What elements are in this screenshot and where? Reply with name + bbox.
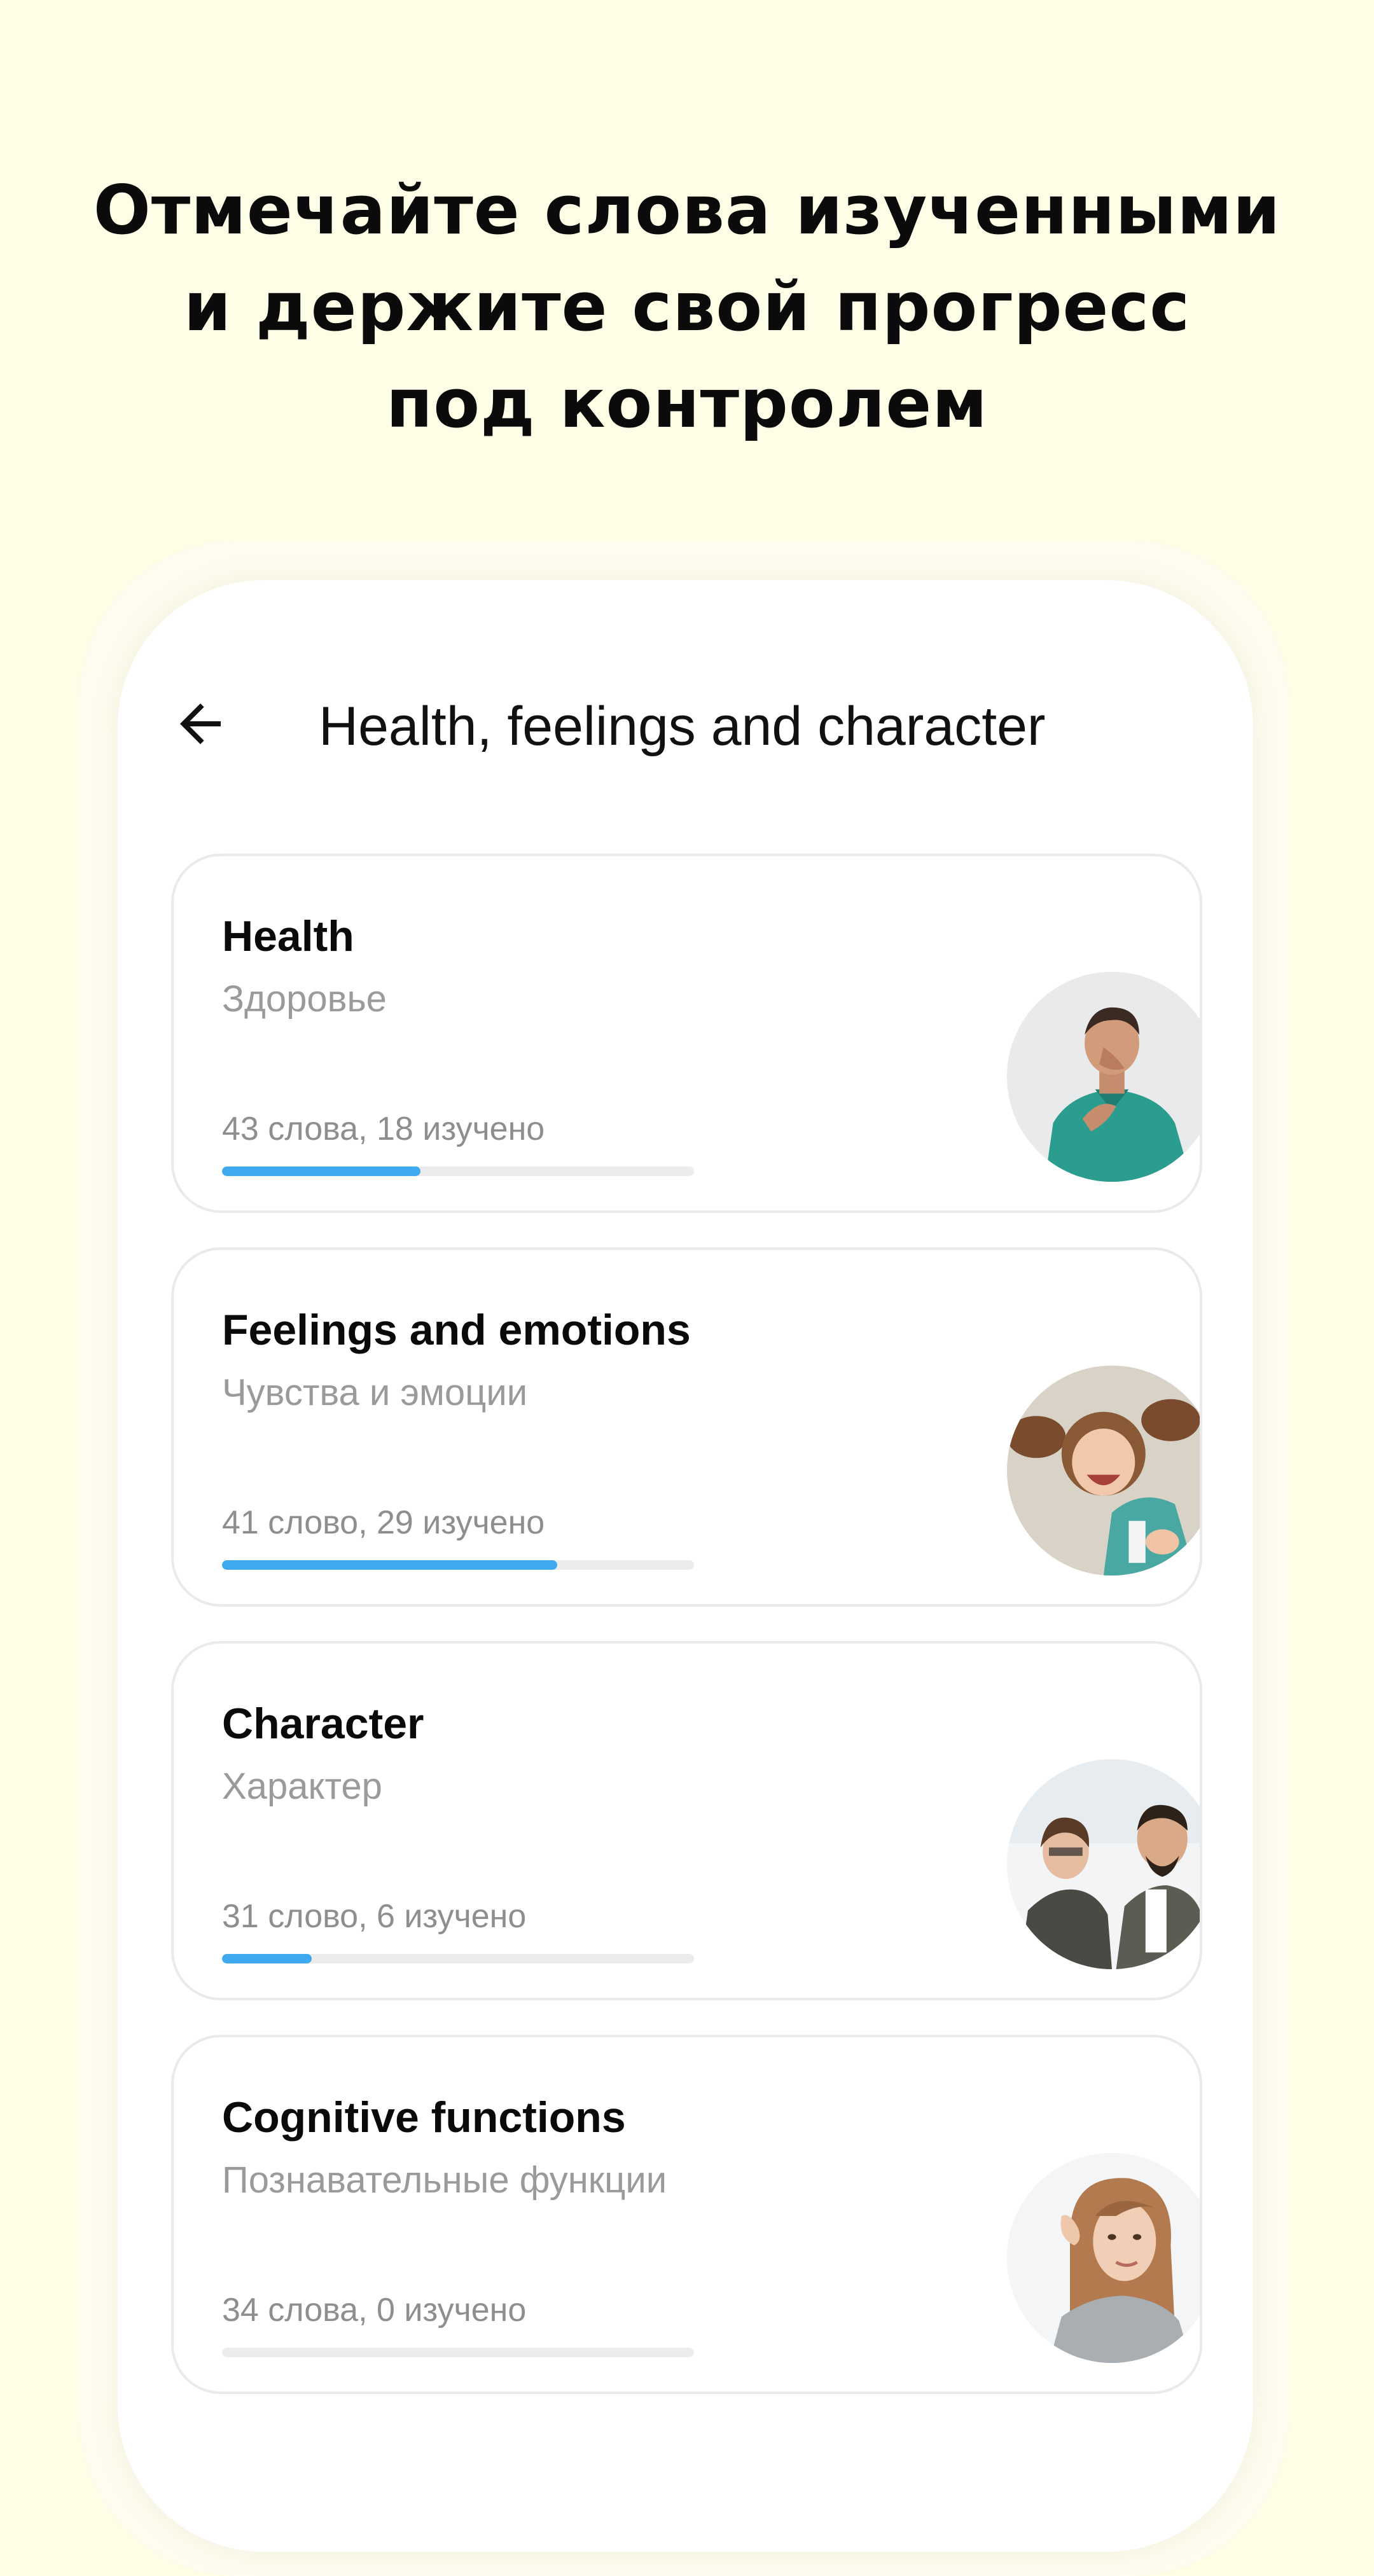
topic-translation: Здоровье: [222, 978, 387, 1020]
woman-listening-photo: [1007, 2153, 1200, 2363]
topic-progress-text: 31 слово, 6 изучено: [222, 1898, 527, 1935]
topic-card-feelings-and-emotions[interactable]: Feelings and emotions Чувства и эмоции 4…: [171, 1247, 1202, 1607]
topic-progress-text: 43 слова, 18 изучено: [222, 1111, 545, 1147]
topic-title: Cognitive functions: [222, 2093, 626, 2142]
app-top-bar: Health, feelings and character: [118, 580, 1253, 854]
topic-progress-fill: [222, 1167, 420, 1176]
page-title: Health, feelings and character: [319, 696, 1046, 757]
topic-title: Feelings and emotions: [222, 1306, 691, 1354]
laughing-girl-photo: [1007, 1366, 1200, 1575]
topic-translation: Характер: [222, 1766, 382, 1807]
promo-headline-line-2: и держите свой прогресс: [183, 268, 1191, 346]
man-coughing-photo: [1007, 972, 1200, 1182]
topic-title: Health: [222, 912, 354, 960]
topic-card-character[interactable]: Character Характер 31 слово, 6 изучено: [171, 1641, 1202, 2000]
topic-progress-fill: [222, 1954, 312, 1963]
device-screen: Health, feelings and character Health Зд…: [118, 580, 1253, 2552]
topic-progress-fill: [222, 1560, 557, 1570]
topic-progress-bar: [222, 1954, 694, 1963]
office-colleagues-photo: [1007, 1759, 1200, 1969]
promo-headline: Отмечайте слова изученными и держите сво…: [0, 162, 1374, 452]
promo-headline-line-1: Отмечайте слова изученными: [93, 171, 1281, 249]
topic-translation: Чувства и эмоции: [222, 1372, 528, 1413]
arrow-left-icon[interactable]: [170, 693, 231, 754]
topic-progress-text: 41 слово, 29 изучено: [222, 1504, 545, 1541]
topic-progress-text: 34 слова, 0 изучено: [222, 2292, 527, 2329]
topic-progress-bar: [222, 1167, 694, 1176]
promo-headline-line-3: под контролем: [386, 364, 988, 443]
topic-card-health[interactable]: Health Здоровье 43 слова, 18 изучено: [171, 854, 1202, 1213]
topic-translation: Познавательные функции: [222, 2159, 667, 2201]
topic-title: Character: [222, 1700, 424, 1748]
topic-progress-bar: [222, 2348, 694, 2357]
topic-progress-bar: [222, 1560, 694, 1570]
topic-card-cognitive-functions[interactable]: Cognitive functions Познавательные функц…: [171, 2035, 1202, 2394]
